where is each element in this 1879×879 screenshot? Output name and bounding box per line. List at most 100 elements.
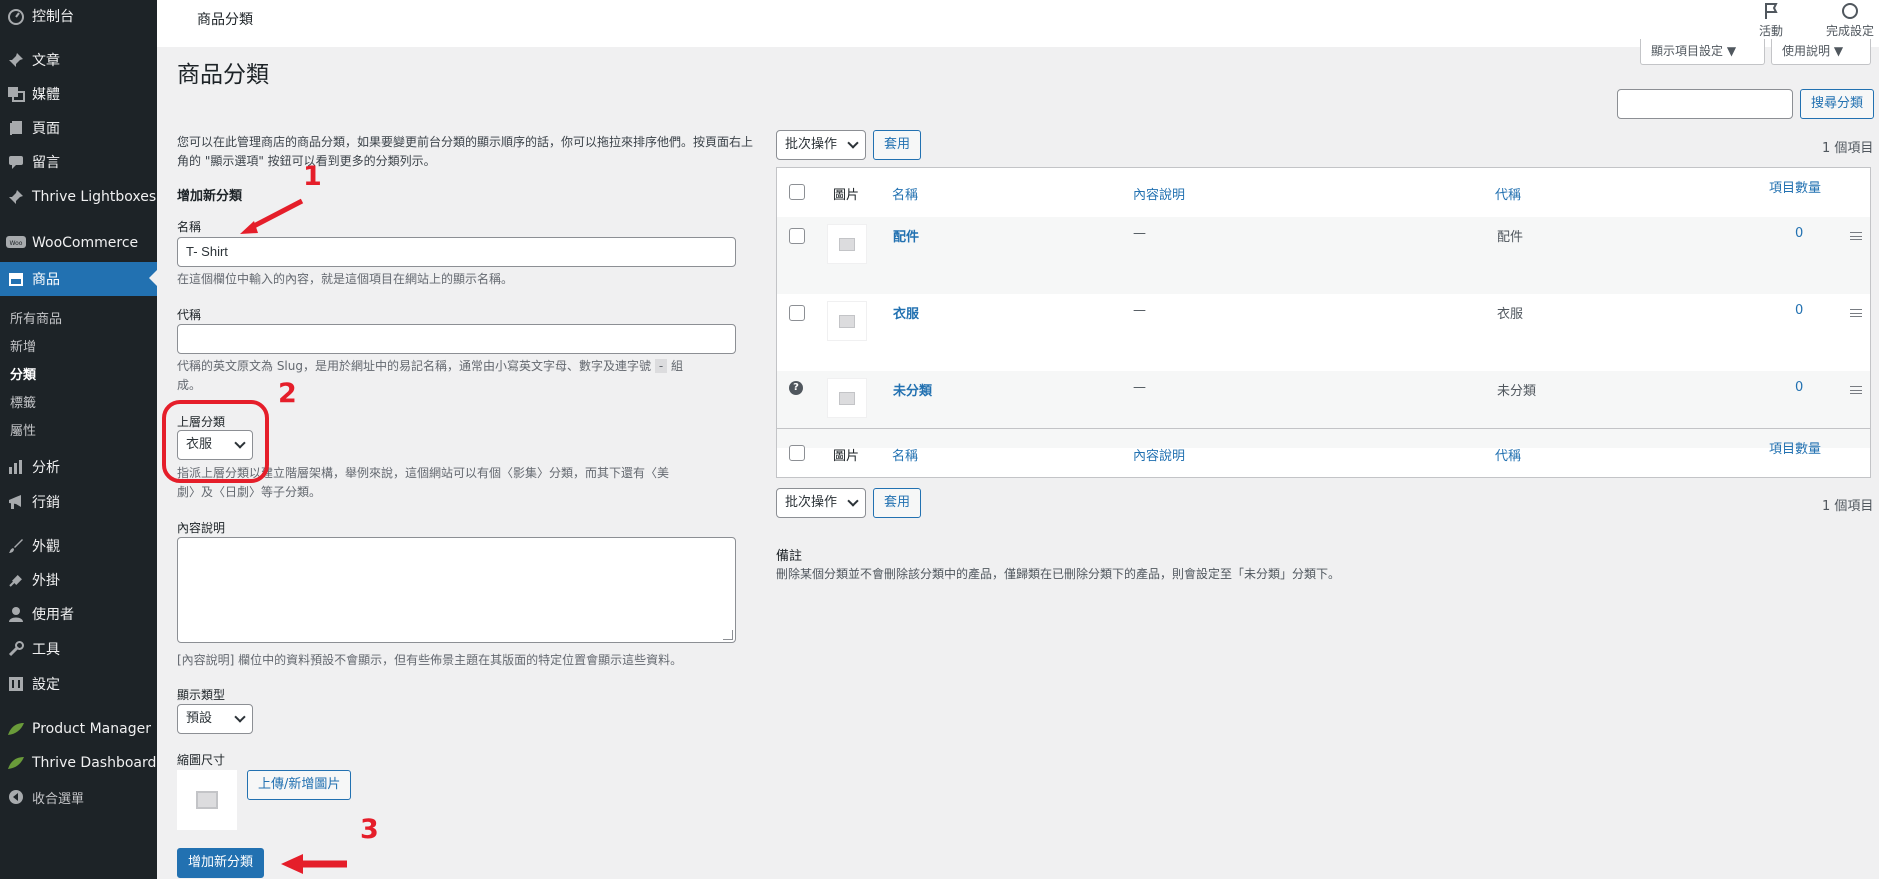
slug-label: 代稱 xyxy=(177,308,202,322)
submenu-item-categories[interactable]: 分類 xyxy=(10,364,36,383)
sidebar-item-label: 商品 xyxy=(32,272,60,288)
sidebar-item-label: 控制台 xyxy=(32,9,74,25)
category-name-link[interactable]: 配件 xyxy=(893,226,919,245)
display-type-value: 預設 xyxy=(186,711,213,726)
collapse-icon xyxy=(0,787,32,807)
sidebar-item-label: 文章 xyxy=(32,53,60,69)
categories-table: 圖片 名稱 內容說明 代稱 項目數量 配件 — 配件 0 衣服 — 衣服 0 ? xyxy=(776,167,1871,478)
category-name-link[interactable]: 衣服 xyxy=(893,303,919,322)
column-slug[interactable]: 代稱 xyxy=(1495,445,1521,464)
annotation-number-2: 2 xyxy=(278,378,297,409)
leaf-icon xyxy=(0,753,32,773)
thumbnail-preview xyxy=(177,770,237,830)
table-footer-row: 圖片 名稱 內容說明 代稱 項目數量 xyxy=(777,428,1870,478)
display-type-select[interactable]: 預設 xyxy=(177,704,253,734)
sidebar-item-label: 收合選單 xyxy=(32,791,85,807)
sidebar-item-marketing[interactable]: 行銷 xyxy=(0,487,157,517)
name-input[interactable]: T- Shirt xyxy=(177,237,736,267)
slug-input[interactable] xyxy=(177,324,736,354)
annotation-arrow-3-icon xyxy=(281,854,347,874)
top-header: 商品分類 活動 完成設定 xyxy=(157,0,1879,47)
column-name[interactable]: 名稱 xyxy=(892,445,918,464)
submenu-item-attributes[interactable]: 屬性 xyxy=(10,420,36,439)
add-new-category-button[interactable]: 增加新分類 xyxy=(177,848,265,878)
sidebar-item-label: 媒體 xyxy=(32,87,60,103)
submenu-item-all-products[interactable]: 所有商品 xyxy=(10,308,62,327)
description-textarea[interactable] xyxy=(177,537,736,643)
sidebar-item-plugins[interactable]: 外掛 xyxy=(0,565,157,595)
upload-image-button[interactable]: 上傳/新增圖片 xyxy=(247,770,352,800)
sidebar-item-label: 外觀 xyxy=(32,539,60,555)
woo-icon: Woo xyxy=(0,233,32,253)
sidebar-item-dashboard[interactable]: 控制台 xyxy=(0,1,157,31)
submenu-item-tags[interactable]: 標籤 xyxy=(10,392,36,411)
archive-icon xyxy=(0,269,32,289)
finish-setup-button[interactable]: 完成設定 xyxy=(1820,2,1879,39)
description-help-text: [內容說明] 欄位中的資料預設不會顯示，但有些佈景主題在其版面的特定位置會顯示這… xyxy=(177,653,683,667)
sidebar-item-label: 設定 xyxy=(32,677,60,693)
category-description: — xyxy=(1133,303,1146,318)
item-count-top: 1 個項目 xyxy=(1822,141,1874,156)
sidebar-item-thrive-lightboxes[interactable]: Thrive Lightboxes xyxy=(0,182,157,212)
sidebar-item-product-manager[interactable]: Product Manager xyxy=(0,714,157,744)
activity-button[interactable]: 活動 xyxy=(1741,2,1801,39)
bulk-action-select-bottom[interactable]: 批次操作 xyxy=(776,488,866,518)
sidebar-collapse-menu[interactable]: 收合選單 xyxy=(0,782,157,812)
category-thumbnail xyxy=(827,378,867,418)
category-count-link[interactable]: 0 xyxy=(1795,303,1803,318)
finish-setup-label: 完成設定 xyxy=(1825,24,1874,38)
row-checkbox[interactable] xyxy=(789,228,805,244)
sidebar-item-label: 行銷 xyxy=(32,495,60,511)
sidebar-item-label: Thrive Dashboard xyxy=(32,755,157,771)
sidebar-item-woocommerce[interactable]: Woo WooCommerce xyxy=(0,228,157,258)
sidebar-item-media[interactable]: 媒體 xyxy=(0,79,157,109)
sidebar-item-appearance[interactable]: 外觀 xyxy=(0,531,157,561)
sidebar-item-pages[interactable]: 頁面 xyxy=(0,113,157,143)
category-name-link[interactable]: 未分類 xyxy=(893,380,932,399)
submenu-item-add-new[interactable]: 新增 xyxy=(10,336,36,355)
category-count-link[interactable]: 0 xyxy=(1795,226,1803,241)
apply-button-bottom[interactable]: 套用 xyxy=(873,488,922,518)
sidebar-item-comments[interactable]: 留言 xyxy=(0,147,157,177)
sidebar-item-thrive-dashboard[interactable]: Thrive Dashboard xyxy=(0,748,157,778)
drag-handle-icon[interactable] xyxy=(1850,386,1862,394)
sidebar-item-posts[interactable]: 文章 xyxy=(0,45,157,75)
select-all-checkbox[interactable] xyxy=(789,184,805,200)
sidebar-item-users[interactable]: 使用者 xyxy=(0,599,157,629)
column-count[interactable]: 項目數量 xyxy=(1769,438,1821,457)
sidebar-item-settings[interactable]: 設定 xyxy=(0,669,157,699)
chevron-down-icon xyxy=(847,495,859,507)
column-count[interactable]: 項目數量 xyxy=(1769,177,1821,196)
sidebar-item-analytics[interactable]: 分析 xyxy=(0,452,157,482)
search-categories-input[interactable] xyxy=(1617,89,1793,119)
plugin-icon xyxy=(0,570,32,590)
help-circle-icon[interactable]: ? xyxy=(789,381,803,395)
apply-button-top[interactable]: 套用 xyxy=(873,130,922,160)
sidebar-item-products[interactable]: 商品 xyxy=(0,262,157,296)
select-all-checkbox[interactable] xyxy=(789,445,805,461)
drag-handle-icon[interactable] xyxy=(1850,309,1862,317)
column-name[interactable]: 名稱 xyxy=(892,184,918,203)
sidebar-item-tools[interactable]: 工具 xyxy=(0,634,157,664)
drag-handle-icon[interactable] xyxy=(1850,232,1862,240)
item-count-bottom: 1 個項目 xyxy=(1822,499,1874,514)
pushpin-icon xyxy=(0,50,32,70)
category-count-link[interactable]: 0 xyxy=(1795,380,1803,395)
chevron-down-icon xyxy=(847,137,859,149)
chevron-down-icon xyxy=(234,711,246,723)
slug-help-part: 組 xyxy=(671,359,684,373)
resize-handle-icon[interactable] xyxy=(723,630,733,640)
column-description[interactable]: 內容說明 xyxy=(1133,184,1185,203)
help-tab-button[interactable]: 使用說明 ▼ xyxy=(1771,39,1871,65)
column-slug[interactable]: 代稱 xyxy=(1495,184,1521,203)
sidebar-item-label: 外掛 xyxy=(32,573,60,589)
parent-help-line: 劇〉及〈日劇〉等子分類。 xyxy=(177,485,322,499)
image-placeholder-icon xyxy=(839,391,855,405)
row-checkbox[interactable] xyxy=(789,305,805,321)
category-description: — xyxy=(1133,380,1146,395)
column-description[interactable]: 內容說明 xyxy=(1133,445,1185,464)
annotation-number-1: 1 xyxy=(303,161,322,192)
search-categories-button[interactable]: 搜尋分類 xyxy=(1800,89,1875,119)
bulk-action-select-top[interactable]: 批次操作 xyxy=(776,130,866,160)
screen-options-button[interactable]: 顯示項目設定 ▼ xyxy=(1640,39,1765,65)
